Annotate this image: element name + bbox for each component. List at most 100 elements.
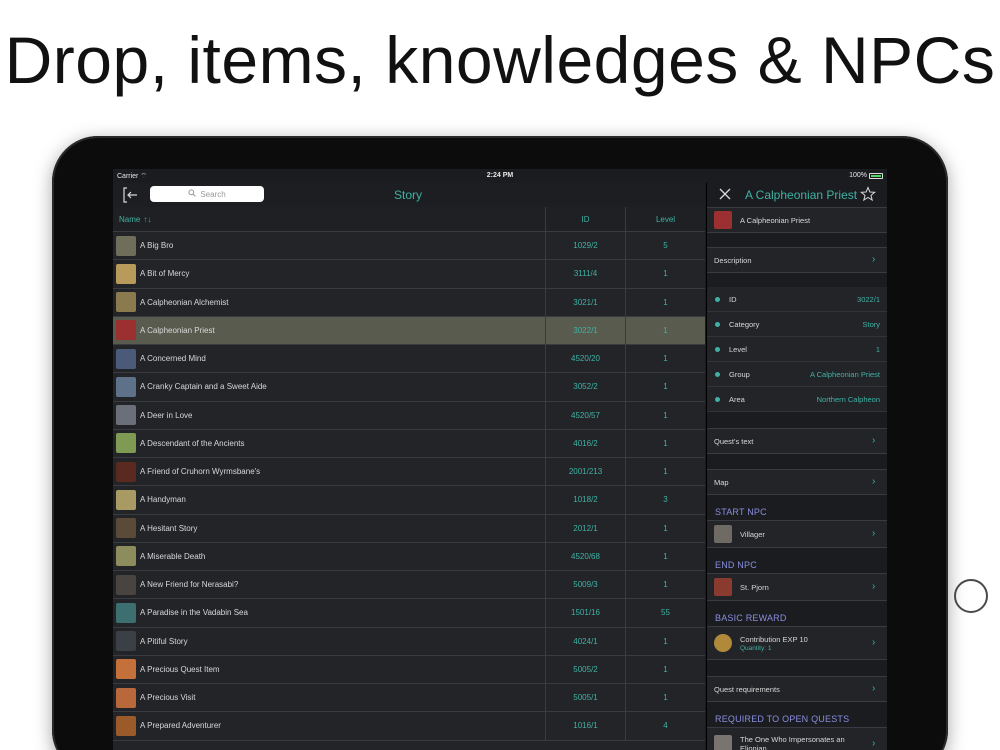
quest-name: A Handyman (140, 495, 186, 505)
table-row[interactable]: A New Friend for Nerasabi? 5009/3 1 (113, 571, 705, 600)
required-quest-row[interactable]: The One Who Impersonates an Elionian › (707, 727, 887, 750)
chevron-right-icon: › (872, 528, 876, 539)
quest-thumbnail (116, 376, 136, 397)
table-row[interactable]: A Big Bro 1029/2 5 (113, 232, 705, 261)
quest-name: A Paradise in the Vadabin Sea (140, 608, 248, 618)
cell-name: A Descendant of the Ancients (113, 429, 546, 457)
bullet-dot (715, 371, 720, 377)
table-row[interactable]: A Prepared Adventurer 1016/1 4 (113, 712, 705, 741)
table-row[interactable]: A Handyman 1018/2 3 (113, 486, 705, 515)
cell-level: 1 (663, 325, 668, 335)
table-row[interactable]: A Hesitant Story 2012/1 1 (113, 514, 705, 543)
start-npc-row[interactable]: Villager › (707, 520, 887, 548)
close-icon[interactable] (718, 187, 732, 201)
search-placeholder: Search (200, 189, 226, 199)
end-npc-row[interactable]: St. Pjorn › (707, 573, 887, 601)
sort-icon: ↑↓ (143, 214, 152, 224)
table-row[interactable]: A Precious Quest Item 5005/2 1 (113, 655, 705, 684)
field-key: Group (729, 369, 750, 379)
cell-level: 5 (663, 241, 668, 251)
column-header-level[interactable]: Level (626, 207, 705, 231)
table-row[interactable]: A Precious Visit 5005/1 1 (113, 684, 705, 713)
cell-level: 1 (663, 664, 668, 674)
status-bar: Carrier ⌔ 2:24 PM 100% (113, 169, 887, 183)
detail-field-group: Group A Calpheonian Priest (707, 362, 887, 387)
quest-thumbnail (116, 263, 136, 284)
cell-level: 1 (663, 410, 668, 420)
star-icon[interactable] (860, 186, 876, 202)
cell-name: A Cranky Captain and a Sweet Aide (113, 373, 546, 401)
table-row[interactable]: A Concerned Mind 4520/20 1 (113, 345, 705, 374)
quest-name: A Big Bro (140, 241, 174, 251)
quest-portrait (714, 211, 732, 229)
quest-list-pane: Search Story Name ↑↓ ID Level A Big Bro 1… (113, 183, 705, 750)
detail-field-area: Area Northern Calpheon (707, 387, 887, 412)
quest-requirements-row[interactable]: Quest requirements › (707, 676, 887, 702)
reward-row[interactable]: Contribution EXP 10 Quantity: 1 › (707, 626, 887, 660)
cell-name: A Precious Visit (113, 684, 546, 712)
bullet-dot (715, 396, 720, 402)
start-npc-header: START NPC (715, 507, 767, 517)
field-key: ID (729, 294, 737, 304)
table-row[interactable]: A Deer in Love 4520/57 1 (113, 401, 705, 430)
column-header-name[interactable]: Name ↑↓ (113, 207, 546, 231)
cell-id: 3021/1 (546, 288, 626, 316)
bullet-dot (715, 321, 720, 327)
description-row[interactable]: Description › (707, 247, 887, 273)
start-npc-name: Villager (740, 529, 765, 539)
table-row[interactable]: A Bit of Mercy 3111/4 1 (113, 260, 705, 289)
cell-name: A Deer in Love (113, 401, 546, 429)
table-row[interactable]: A Pitiful Story 4024/1 1 (113, 627, 705, 656)
chevron-right-icon: › (872, 683, 876, 694)
cell-name: A Pitiful Story (113, 627, 546, 655)
detail-field-category: Category Story (707, 312, 887, 337)
battery-percent: 100% (849, 172, 867, 179)
home-button[interactable] (954, 579, 988, 613)
description-label: Description (714, 255, 752, 265)
cell-level: 4 (663, 721, 668, 731)
battery-indicator: 100% (849, 172, 883, 179)
cell-name: A Big Bro (113, 232, 546, 260)
required-quest-portrait (714, 735, 732, 750)
quest-name: A Friend of Cruhorn Wyrmsbane's (140, 467, 261, 477)
end-npc-header: END NPC (715, 560, 757, 570)
table-row[interactable]: A Paradise in the Vadabin Sea 1501/16 55 (113, 599, 705, 628)
table-row[interactable]: A Cranky Captain and a Sweet Aide 3052/2 1 (113, 373, 705, 402)
quest-text-row[interactable]: Quest's text › (707, 428, 887, 454)
quest-thumbnail (116, 489, 136, 510)
quest-name: A Prepared Adventurer (140, 721, 221, 731)
detail-header-name: A Calpheonian Priest (740, 215, 811, 225)
quest-name: A Hesitant Story (140, 523, 198, 533)
table-row[interactable]: A Friend of Cruhorn Wyrmsbane's 2001/213 1 (113, 458, 705, 487)
quest-name: A New Friend for Nerasabi? (140, 580, 239, 590)
table-row[interactable]: A Calpheonian Priest 3022/1 1 (113, 316, 705, 345)
app-screen: Carrier ⌔ 2:24 PM 100% Search Story Name… (113, 169, 887, 750)
cell-id: 3052/2 (546, 373, 626, 401)
map-row[interactable]: Map › (707, 469, 887, 495)
cell-name: A Calpheonian Alchemist (113, 288, 546, 316)
list-title: Story (393, 188, 422, 202)
quest-name: A Cranky Captain and a Sweet Aide (140, 382, 267, 392)
clock: 2:24 PM (486, 172, 514, 179)
cell-level: 3 (663, 495, 668, 505)
field-key: Category (729, 319, 760, 329)
quest-thumbnail (116, 546, 136, 567)
table-row[interactable]: A Miserable Death 4520/68 1 (113, 542, 705, 571)
table-row[interactable]: A Calpheonian Alchemist 3021/1 1 (113, 288, 705, 317)
detail-field-level: Level 1 (707, 337, 887, 362)
table-row[interactable]: A Descendant of the Ancients 4016/2 1 (113, 429, 705, 458)
quest-name: A Concerned Mind (140, 354, 206, 364)
detail-title: A Calpheonian Priest (745, 188, 858, 202)
end-npc-name: St. Pjorn (740, 582, 769, 592)
cell-name: A New Friend for Nerasabi? (113, 571, 546, 599)
cell-level: 1 (663, 693, 668, 703)
quest-thumbnail (116, 631, 136, 652)
required-quest-name: The One Who Impersonates an Elionian (740, 735, 845, 750)
exit-icon[interactable] (121, 186, 139, 204)
search-input[interactable]: Search (150, 186, 264, 202)
quest-detail-pane: A Calpheonian Priest A Calpheonian Pries… (706, 183, 887, 750)
quest-text-label: Quest's text (714, 436, 754, 446)
column-header-id[interactable]: ID (546, 207, 626, 231)
cell-level: 1 (663, 382, 668, 392)
villager-portrait (714, 525, 732, 543)
